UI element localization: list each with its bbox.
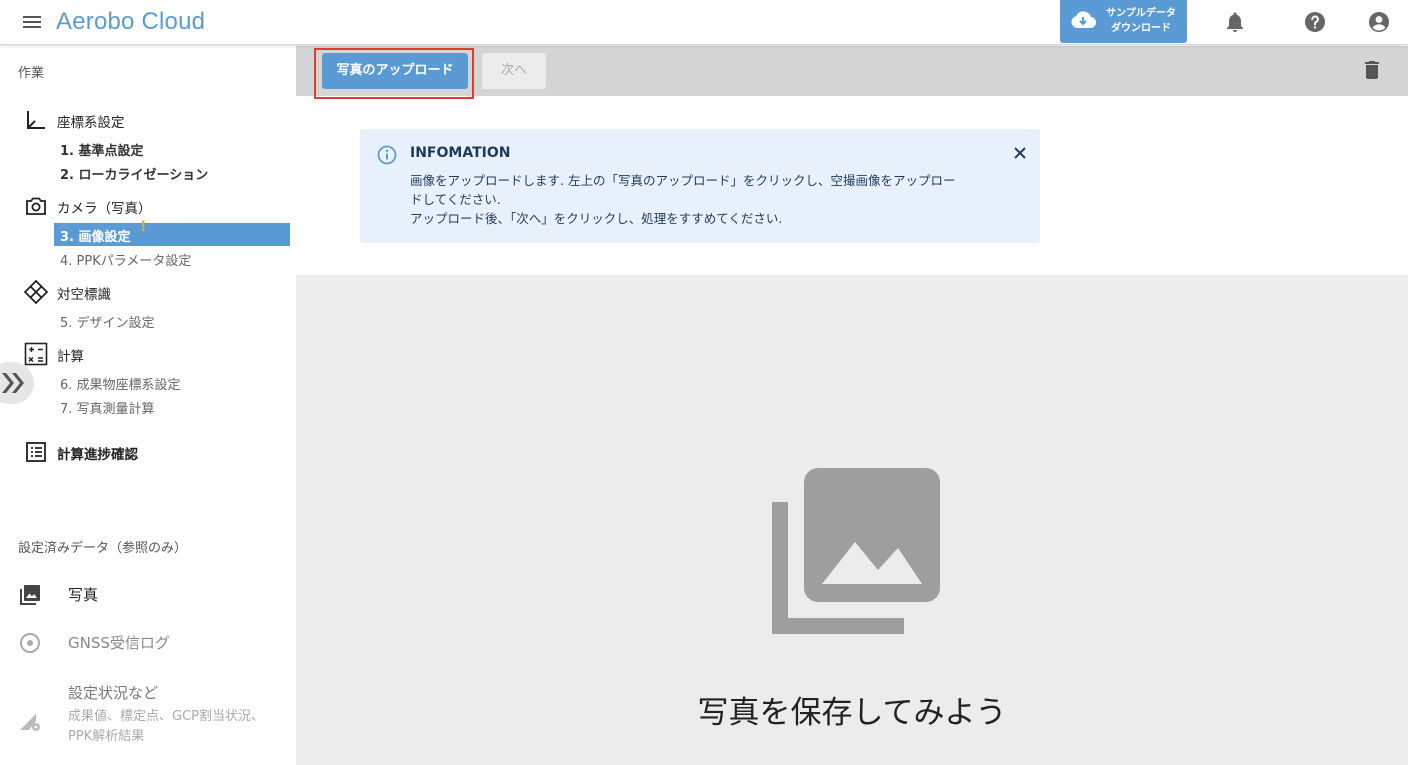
sidebar-toggle-button[interactable] — [0, 362, 34, 404]
cloud-download-icon — [1070, 10, 1096, 30]
target-marker-icon — [24, 280, 48, 304]
group-label: 計算 — [57, 349, 84, 365]
list-icon — [24, 440, 48, 464]
info-panel: INFOMATION 画像をアップロードします. 左上の「写真のアップロード」を… — [360, 129, 1040, 243]
reference-sublabel: PPK解析結果 — [68, 729, 145, 744]
group-label: 対空標識 — [57, 287, 111, 303]
group-label: カメラ（写真） — [57, 201, 152, 217]
next-button[interactable]: 次へ — [482, 53, 546, 89]
reference-label: 写真 — [68, 586, 99, 604]
reference-section-title: 設定済みデータ（参照のみ） — [18, 541, 188, 556]
step-6-output-coordinate-system[interactable]: 6. 成果物座標系設定 — [60, 374, 181, 393]
sidebar: 作業 座標系設定 1. 基準点設定 2. ローカライゼーション カメラ（写真） … — [0, 46, 296, 765]
trash-icon[interactable] — [1360, 58, 1384, 82]
signal-settings-icon — [18, 709, 42, 733]
step-3-image-settings[interactable]: 3. 画像設定 ! — [54, 219, 290, 246]
warning-icon: ! — [140, 219, 147, 235]
step-7-photogrammetry-calculation[interactable]: 7. 写真測量計算 — [60, 398, 155, 417]
app-header: Aerobo Cloud サンプルデータ ダウンロード — [0, 0, 1408, 45]
reference-sublabel: 成果値、標定点、GCP割当状況、 — [68, 709, 264, 724]
step-5-design-settings[interactable]: 5. デザイン設定 — [60, 312, 155, 331]
toolbar: 写真のアップロード 次へ — [296, 46, 1408, 99]
bell-icon[interactable] — [1223, 10, 1247, 34]
close-icon[interactable] — [1010, 143, 1030, 163]
upload-photos-button[interactable]: 写真のアップロード — [322, 53, 468, 89]
main-content: 写真のアップロード 次へ INFOMATION 画像をアップロードします. 左上… — [296, 46, 1408, 765]
reference-label: 設定状況など — [68, 684, 159, 702]
group-label: 計算進捗確認 — [57, 447, 138, 463]
camera-icon — [24, 194, 48, 218]
info-title: INFOMATION — [410, 145, 511, 161]
empty-state-text: 写真を保存してみよう — [697, 695, 1007, 731]
radio-icon — [18, 631, 42, 655]
info-icon — [376, 144, 398, 166]
work-section-title: 作業 — [18, 66, 45, 81]
axis-icon — [24, 108, 48, 132]
sample-data-download-button[interactable]: サンプルデータ ダウンロード — [1060, 0, 1187, 43]
group-label: 座標系設定 — [57, 115, 125, 131]
step-1-control-points[interactable]: 1. 基準点設定 — [60, 140, 144, 159]
account-icon[interactable] — [1367, 10, 1391, 34]
reference-label: GNSS受信ログ — [68, 634, 170, 652]
step-2-localization[interactable]: 2. ローカライゼーション — [60, 164, 208, 183]
photo-library-icon — [18, 583, 42, 607]
photo-library-icon — [770, 468, 940, 638]
help-icon[interactable] — [1303, 10, 1327, 34]
step-label: 3. 画像設定 — [60, 230, 131, 245]
step-4-ppk-parameters[interactable]: 4. PPKパラメータ設定 — [60, 250, 191, 269]
sample-download-label: サンプルデータ ダウンロード — [1106, 8, 1176, 34]
info-message: 画像をアップロードします. 左上の「写真のアップロード」をクリックし、空撮画像を… — [410, 173, 956, 226]
photo-empty-state: 写真を保存してみよう — [296, 275, 1408, 765]
menu-icon[interactable] — [22, 12, 42, 32]
app-title[interactable]: Aerobo Cloud — [56, 8, 205, 36]
